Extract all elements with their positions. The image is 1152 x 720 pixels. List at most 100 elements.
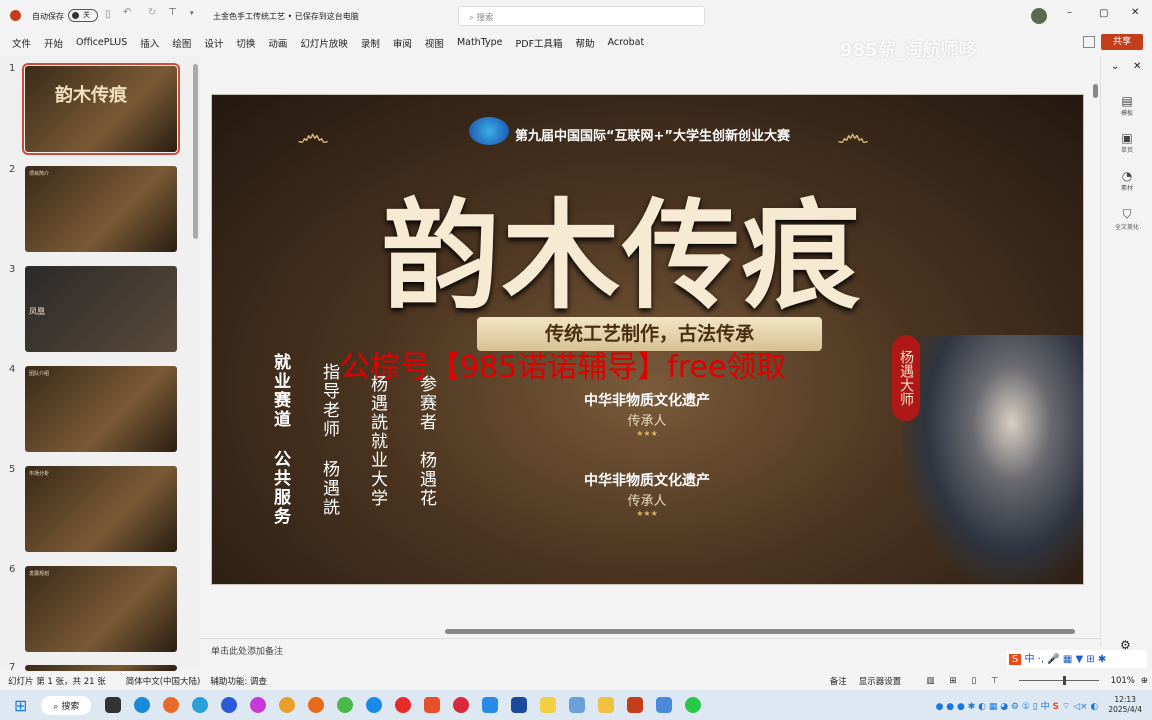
system-tray[interactable]: ● ● ● ✱ ◐ ▦ ◕ ⚙ ① ▯ 中 S ⌔ ◁× ◐ xyxy=(936,699,1099,712)
zoom-level[interactable]: 101% xyxy=(1111,676,1135,686)
tab-view[interactable]: 视图 xyxy=(425,36,444,50)
clock[interactable]: 12:13 2025/4/4 xyxy=(1108,695,1142,715)
customize-icon[interactable]: ▾ xyxy=(190,9,194,17)
browser-icon[interactable] xyxy=(192,697,209,713)
ie-icon[interactable] xyxy=(366,697,383,713)
windows-start-icon[interactable]: ⊞ xyxy=(14,696,27,715)
minimize-button[interactable]: – xyxy=(1067,7,1072,18)
app-icon[interactable] xyxy=(482,697,499,713)
participant-value: 杨遇花 xyxy=(416,451,436,508)
reading-view-icon[interactable]: ▯ xyxy=(971,676,976,686)
slide-thumbnail[interactable]: 团队介绍 xyxy=(25,366,177,452)
slide-thumbnail[interactable]: 凤凰 xyxy=(25,266,177,352)
zoom-slider[interactable] xyxy=(1018,676,1099,685)
normal-view-icon[interactable]: ▥ xyxy=(926,676,934,686)
notes-button[interactable]: 备注 xyxy=(830,675,847,687)
tab-review[interactable]: 审阅 xyxy=(393,36,412,50)
notes-placeholder[interactable]: 单击此处添加备注 xyxy=(211,644,283,657)
slide-info: 幻灯片 第 1 张，共 21 张 xyxy=(8,676,106,687)
edge-icon[interactable] xyxy=(134,697,151,713)
ime-toolbar[interactable]: S 中 ·, 🎤 ▦ ▼ ⊞ ✱ xyxy=(1007,650,1147,668)
redo-icon[interactable]: ↻ xyxy=(148,7,156,18)
slide-thumbnail[interactable]: 发展规划 xyxy=(25,566,177,652)
fit-slide-icon[interactable]: ⊕ xyxy=(1141,676,1148,686)
page-icon: ▣ xyxy=(1121,131,1133,145)
powerpoint-logo-icon xyxy=(10,10,21,21)
tab-file[interactable]: 文件 xyxy=(12,36,31,50)
autosave-toggle[interactable]: 关 xyxy=(68,9,98,22)
slide-thumbnail[interactable]: 项目简介 xyxy=(25,166,177,252)
pane-template[interactable]: ▤ 模板 xyxy=(1101,94,1152,117)
competition-logo-icon xyxy=(469,117,509,145)
tab-animations[interactable]: 动画 xyxy=(268,36,287,50)
tab-record[interactable]: 录制 xyxy=(361,36,380,50)
thumbnails-scrollbar[interactable] xyxy=(193,64,198,239)
firefox-icon[interactable] xyxy=(163,697,180,713)
display-settings-button[interactable]: 显示器设置 xyxy=(859,675,902,687)
tab-transitions[interactable]: 切换 xyxy=(236,36,255,50)
tab-mathtype[interactable]: MathType xyxy=(457,37,503,48)
tab-home[interactable]: 开始 xyxy=(44,36,63,50)
ie-icon[interactable] xyxy=(337,697,354,713)
collapse-icon[interactable]: ⌄ xyxy=(1111,61,1119,72)
brave-icon[interactable] xyxy=(424,697,441,713)
wechat-icon[interactable] xyxy=(685,697,702,713)
vertical-scrollbar[interactable] xyxy=(1093,84,1098,98)
track-value: 公共服务 xyxy=(270,450,290,526)
browser-icon[interactable] xyxy=(250,697,267,713)
slideshow-icon[interactable]: ⊤ xyxy=(991,676,998,686)
notes-pane[interactable]: 单击此处添加备注 xyxy=(200,638,1100,670)
tab-slideshow[interactable]: 幻灯片放映 xyxy=(300,36,348,50)
document-title[interactable]: 土金色手工传统工艺 • 已保存到这台电脑 xyxy=(213,11,359,22)
tab-insert[interactable]: 插入 xyxy=(140,36,159,50)
tab-acrobat[interactable]: Acrobat xyxy=(608,37,645,48)
award-2: 中华非物质文化遗产 传承人 ★★★ xyxy=(584,473,710,518)
slide-number: 3 xyxy=(9,264,16,275)
app-icon[interactable] xyxy=(105,697,122,713)
yandex-icon[interactable] xyxy=(395,697,412,713)
slide-number: 6 xyxy=(9,564,16,575)
avatar[interactable] xyxy=(1031,8,1047,24)
track-label: 就业赛道 xyxy=(270,353,290,429)
save-icon[interactable]: ▯ xyxy=(105,9,111,20)
app-icon[interactable] xyxy=(511,697,528,713)
advisor-label: 指导老师 xyxy=(319,363,339,439)
pane-single-page[interactable]: ▣ 单页 xyxy=(1101,131,1152,154)
restore-button[interactable]: ▢ xyxy=(1099,8,1108,19)
slide-thumbnail[interactable] xyxy=(25,665,177,671)
pane-beautify[interactable]: ⛉ 全文美化 xyxy=(1101,207,1152,231)
slide-sorter-icon[interactable]: ⊞ xyxy=(949,676,956,686)
slide-canvas[interactable]: 第九届中国国际“互联网+”大学生创新创业大赛 ෴ ෴ 韵木传痕 传统工艺制作，古… xyxy=(211,94,1084,585)
present-icon[interactable]: ⊤ xyxy=(168,7,177,18)
tab-pdf-tools[interactable]: PDF工具箱 xyxy=(516,36,563,50)
slide-thumbnail[interactable]: 韵木传痕 xyxy=(22,63,180,155)
pane-close-icon[interactable]: ✕ xyxy=(1133,61,1141,72)
ribbon-tabs: 文件 开始 OfficePLUS 插入 绘图 设计 切换 动画 幻灯片放映 录制… xyxy=(0,31,1152,54)
undo-icon[interactable]: ↶ xyxy=(123,7,131,18)
accessibility[interactable]: 辅助功能: 调查 xyxy=(210,675,267,687)
slide-number: 4 xyxy=(9,364,16,375)
chrome-icon[interactable] xyxy=(279,697,296,713)
search-input[interactable]: ⌕ 搜索 xyxy=(458,6,705,26)
taskbar: ⊞ ⌕ 搜索 ● ● ● ✱ ◐ ▦ ◕ ⚙ ① ▯ 中 S ⌔ ◁× ◐ 12… xyxy=(0,690,1152,720)
notepad-icon[interactable] xyxy=(656,697,673,713)
close-button[interactable]: ✕ xyxy=(1131,7,1139,18)
browser-icon[interactable] xyxy=(308,697,325,713)
slide-thumbnail[interactable]: 市场分析 xyxy=(25,466,177,552)
app-icon[interactable] xyxy=(540,697,557,713)
powerpoint-icon[interactable] xyxy=(627,697,644,713)
tab-design[interactable]: 设计 xyxy=(204,36,223,50)
tab-officeplus[interactable]: OfficePLUS xyxy=(76,37,127,48)
browser-icon[interactable] xyxy=(221,697,238,713)
file-explorer-icon[interactable] xyxy=(598,697,615,713)
tab-help[interactable]: 帮助 xyxy=(576,36,595,50)
app-icon[interactable] xyxy=(569,697,586,713)
horizontal-scrollbar[interactable] xyxy=(445,629,1075,634)
tab-draw[interactable]: 绘图 xyxy=(172,36,191,50)
share-button[interactable]: 共享 xyxy=(1101,34,1143,50)
taskbar-search[interactable]: ⌕ 搜索 xyxy=(41,695,92,715)
pane-materials[interactable]: ◔ 素材 xyxy=(1101,169,1152,192)
comments-icon[interactable] xyxy=(1083,36,1095,48)
vivaldi-icon[interactable] xyxy=(453,697,470,713)
language[interactable]: 简体中文(中国大陆) xyxy=(126,675,201,687)
